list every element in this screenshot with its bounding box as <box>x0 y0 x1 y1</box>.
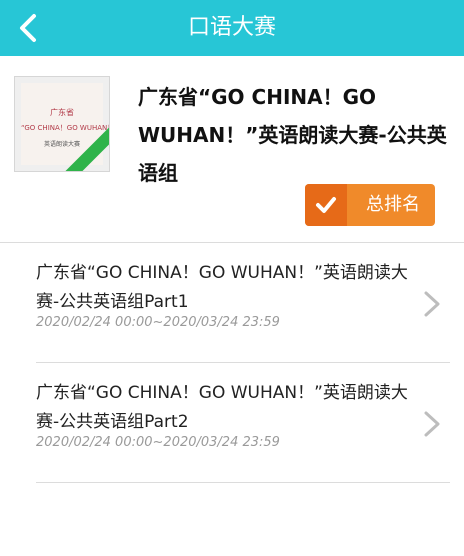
ranking-icon-box <box>305 184 347 226</box>
part-name: 广东省“GO CHINA！GO WUHAN！”英语朗读大赛-公共英语组Part1 <box>36 263 408 312</box>
contest-cover-image: 广东省 “GO CHINA！GO WUHAN！” 英语朗读大赛 <box>14 76 110 172</box>
cover-text-slogan: “GO CHINA！GO WUHAN！” <box>21 124 110 132</box>
cover-text-province: 广东省 <box>50 108 74 117</box>
part-time-range: 2020/02/24 00:00~2020/03/24 23:59 <box>36 315 280 330</box>
list-divider <box>36 482 450 483</box>
check-icon <box>316 197 336 213</box>
part-name: 广东省“GO CHINA！GO WUHAN！”英语朗读大赛-公共英语组Part2 <box>36 383 408 432</box>
contest-title: 广东省“GO CHINA！GO WUHAN！”英语朗读大赛-公共英语组 <box>138 85 447 185</box>
contest-header: 广东省 “GO CHINA！GO WUHAN！” 英语朗读大赛 广东省“GO C… <box>0 56 464 242</box>
top-bar: 口语大赛 <box>0 0 464 56</box>
chevron-right-icon <box>424 291 440 317</box>
part-time-range: 2020/02/24 00:00~2020/03/24 23:59 <box>36 435 280 450</box>
chevron-right-icon <box>424 411 440 437</box>
list-item[interactable]: 广东省“GO CHINA！GO WUHAN！”英语朗读大赛-公共英语组Part1… <box>0 243 464 363</box>
page-title: 口语大赛 <box>187 15 276 40</box>
ranking-button-label: 总排名 <box>366 194 420 215</box>
overall-ranking-button[interactable]: 总排名 <box>305 184 435 226</box>
list-item[interactable]: 广东省“GO CHINA！GO WUHAN！”英语朗读大赛-公共英语组Part2… <box>0 363 464 483</box>
